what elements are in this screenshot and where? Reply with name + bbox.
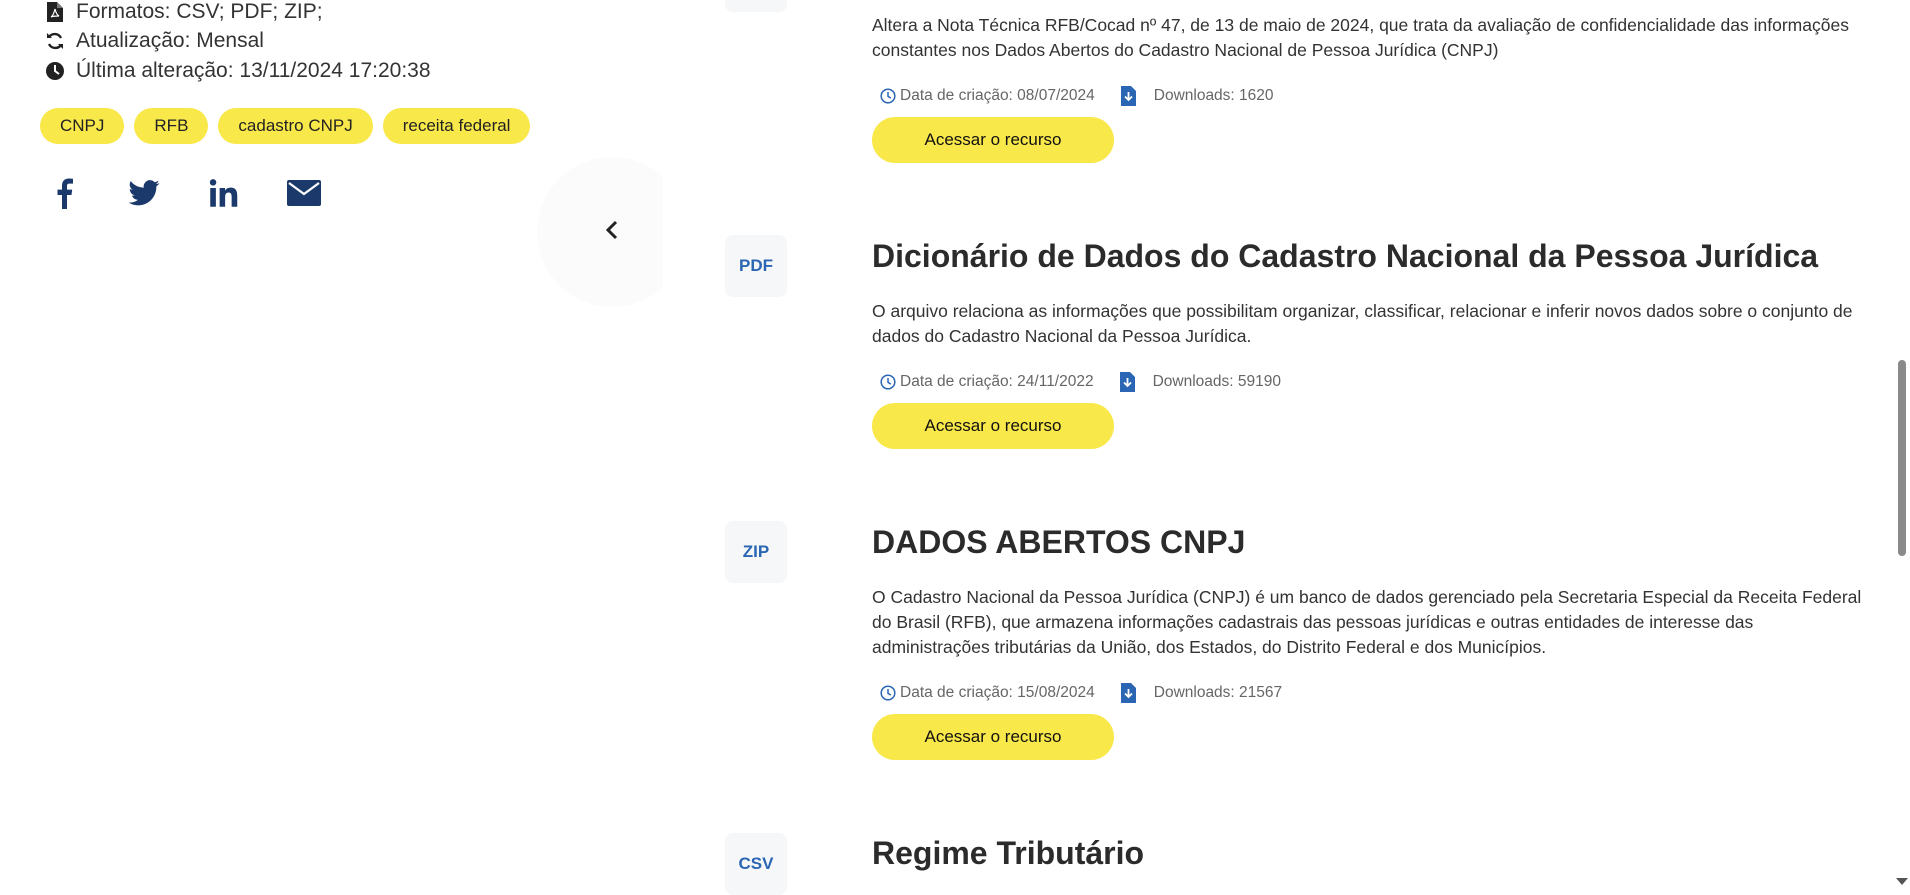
scroll-down-arrow-icon[interactable] [1896, 878, 1908, 885]
facebook-icon[interactable] [44, 173, 84, 213]
downloads-count: Downloads: 21567 [1153, 684, 1283, 701]
update-text: Atualização: Mensal [76, 29, 264, 52]
update-line: Atualização: Mensal [44, 29, 264, 53]
dataset-sidebar: Formatos: CSV; PDF; ZIP; Atualização: Me… [0, 0, 687, 889]
access-resource-button[interactable]: Acessar o recurso [872, 117, 1114, 163]
formats-line: Formatos: CSV; PDF; ZIP; [44, 0, 323, 24]
scrollbar-thumb[interactable] [1898, 360, 1906, 556]
access-resource-button[interactable]: Acessar o recurso [872, 714, 1114, 760]
resource-info: Data de criação: 24/11/2022 Downloads: 5… [880, 372, 1281, 392]
resource-title[interactable]: Regime Tributário [872, 835, 1144, 872]
page-scrollbar[interactable] [1893, 0, 1910, 889]
clock-outline-icon [880, 374, 896, 390]
resource-description: O arquivo relaciona as informações que p… [872, 301, 1853, 346]
email-icon[interactable] [284, 173, 324, 213]
downloads-count: Downloads: 1620 [1153, 87, 1274, 104]
refresh-icon [44, 30, 66, 52]
downloads-count: Downloads: 59190 [1152, 373, 1282, 390]
social-share [44, 173, 364, 213]
tag-cadastro-cnpj[interactable]: cadastro CNPJ [218, 108, 373, 144]
file-download-icon [1120, 86, 1136, 106]
resource-info: Data de criação: 08/07/2024 Downloads: 1… [880, 86, 1274, 106]
format-badge-zip: ZIP [725, 521, 787, 583]
created-date: Data de criação: 24/11/2022 [900, 373, 1094, 390]
formats-text: Formatos: CSV; PDF; ZIP; [76, 0, 323, 23]
access-resource-button[interactable]: Acessar o recurso [872, 403, 1114, 449]
resource-list: Altera a Nota Técnica RFB/Cocad nº 47, d… [663, 0, 1893, 895]
tag-cnpj[interactable]: CNPJ [40, 108, 125, 144]
last-change-line: Última alteração: 13/11/2024 17:20:38 [44, 59, 431, 83]
clock-outline-icon [880, 685, 896, 701]
resource-description: O Cadastro Nacional da Pessoa Jurídica (… [872, 587, 1862, 657]
file-download-icon [1120, 683, 1136, 703]
pdf-file-icon [44, 1, 66, 23]
tag-list: CNPJ RFB cadastro CNPJ receita federal [40, 108, 531, 144]
created-date: Data de criação: 15/08/2024 [900, 684, 1095, 701]
linkedin-icon[interactable] [204, 173, 244, 213]
resource-info: Data de criação: 15/08/2024 Downloads: 2… [880, 683, 1282, 703]
resource-title[interactable]: Dicionário de Dados do Cadastro Nacional… [872, 238, 1818, 275]
clock-icon [44, 60, 66, 82]
file-download-icon [1119, 372, 1135, 392]
tag-rfb[interactable]: RFB [134, 108, 209, 144]
twitter-icon[interactable] [124, 173, 164, 213]
resource-description: Altera a Nota Técnica RFB/Cocad nº 47, d… [872, 15, 1849, 60]
format-badge-csv: CSV [725, 833, 787, 895]
resource-title[interactable]: DADOS ABERTOS CNPJ [872, 524, 1245, 561]
created-date: Data de criação: 08/07/2024 [900, 87, 1095, 104]
format-badge-pdf: PDF [725, 235, 787, 297]
tag-receita-federal[interactable]: receita federal [382, 108, 531, 144]
chevron-left-icon [605, 220, 619, 245]
format-badge [725, 0, 787, 12]
clock-outline-icon [880, 88, 896, 104]
last-change-text: Última alteração: 13/11/2024 17:20:38 [76, 59, 431, 82]
